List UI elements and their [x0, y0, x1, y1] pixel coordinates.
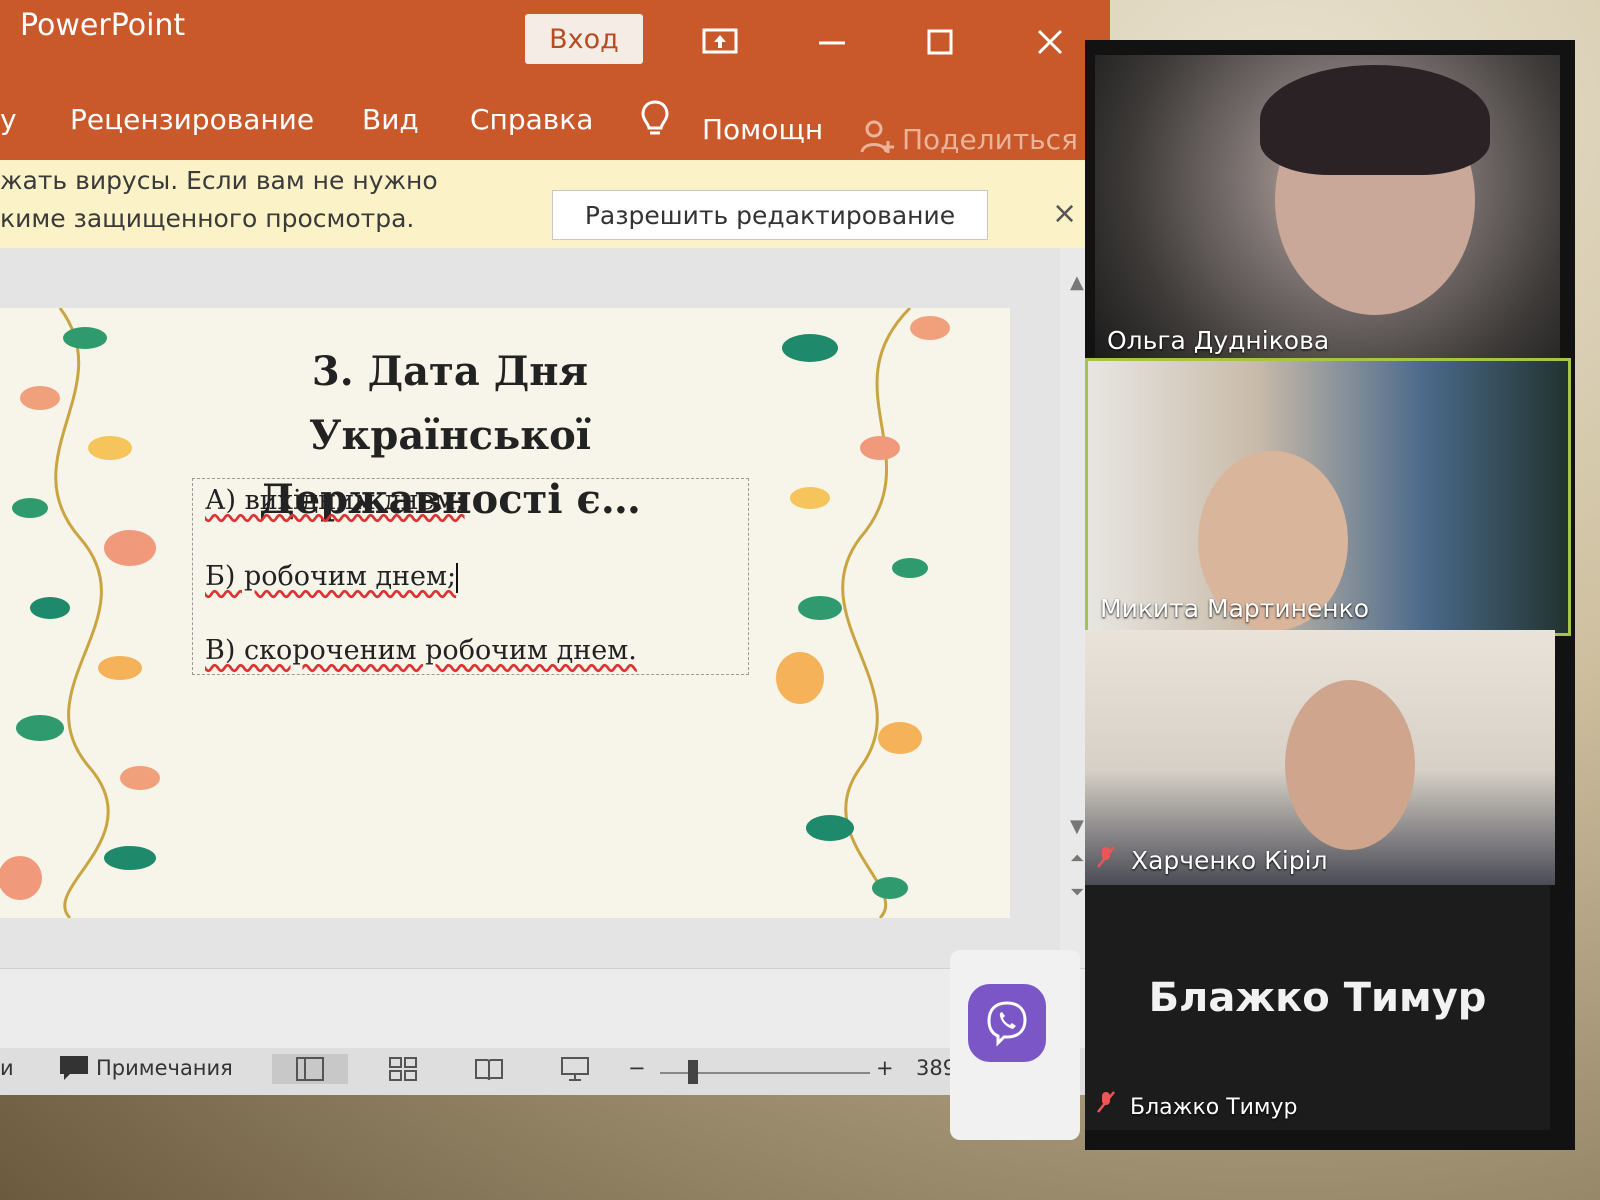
mic-off-icon — [1097, 1091, 1122, 1120]
tab-review[interactable]: Рецензирование — [70, 103, 314, 136]
reading-view-icon[interactable] — [472, 1054, 506, 1084]
next-slide-icon[interactable]: ⏷ — [1070, 882, 1084, 903]
participant-tile-1[interactable]: Ольга Дуднікова — [1095, 55, 1560, 365]
tab-partial[interactable]: y — [0, 103, 17, 136]
signin-button[interactable]: Вход — [525, 14, 643, 64]
participant-avatar-name: Блажко Тимур — [1148, 975, 1487, 1021]
tab-help[interactable]: Справка — [470, 103, 593, 136]
slide-title-line-1: 3. Дата Дня Української — [309, 348, 591, 459]
zoom-slider-thumb[interactable] — [688, 1060, 698, 1084]
text-cursor — [456, 562, 459, 593]
answer-c: В) скороченим робочим днем. — [205, 635, 637, 666]
lightbulb-icon — [640, 99, 670, 146]
participant-name-4: Блажко Тимур — [1097, 1090, 1298, 1120]
title-bar: PowerPoint Вход — [0, 0, 1110, 75]
viber-notification[interactable] — [950, 950, 1080, 1140]
notes-pane[interactable] — [0, 968, 1110, 1049]
previous-slide-icon[interactable]: ⏶ — [1070, 848, 1084, 869]
participant-tile-4[interactable]: Блажко Тимур Блажко Тимур — [1085, 885, 1550, 1130]
slide-sorter-icon[interactable] — [386, 1054, 420, 1084]
comment-icon[interactable] — [58, 1054, 90, 1087]
tab-view[interactable]: Вид — [362, 103, 419, 136]
participant-tile-2-active[interactable]: Микита Мартиненко — [1085, 358, 1571, 636]
zoom-out-button[interactable]: − — [628, 1056, 646, 1080]
left-floral-ornament — [0, 308, 160, 918]
right-floral-ornament — [776, 308, 950, 918]
message-close-icon[interactable]: × — [1052, 196, 1077, 231]
person-add-icon — [860, 119, 894, 162]
app-name: PowerPoint — [20, 8, 186, 43]
participant-video-3 — [1285, 680, 1415, 850]
enable-editing-button[interactable]: Разрешить редактирование — [552, 190, 988, 240]
message-line-1: жать вирусы. Если вам не нужно — [0, 166, 438, 195]
mic-off-icon — [1097, 846, 1123, 875]
slideshow-icon[interactable] — [558, 1054, 592, 1084]
powerpoint-window: PowerPoint Вход y Рецензирование Вид Спр… — [0, 0, 1110, 1095]
slide-canvas: 3. Дата Дня Української Державності є… А… — [0, 248, 1060, 968]
share-button[interactable]: Поделиться — [902, 123, 1078, 156]
status-bar: и Примечания − + 389 — [0, 1048, 1110, 1095]
tell-me-box[interactable]: Помощн — [702, 113, 823, 146]
status-fragment: и — [0, 1056, 14, 1080]
participant-name-2: Микита Мартиненко — [1100, 594, 1370, 623]
video-call-panel: Ольга Дуднікова Микита Мартиненко Харчен… — [1085, 40, 1575, 1150]
participant-tile-3[interactable]: Харченко Кіріл — [1085, 630, 1555, 885]
slide[interactable]: 3. Дата Дня Української Державності є… А… — [0, 308, 1010, 918]
minimize-icon[interactable] — [812, 22, 852, 62]
message-line-2: киме защищенного просмотра. — [0, 204, 415, 233]
answer-a: А) вихідним днем; — [205, 485, 465, 516]
normal-view-icon[interactable] — [272, 1054, 348, 1084]
protected-view-bar: жать вирусы. Если вам не нужно киме защи… — [0, 160, 1110, 248]
zoom-in-button[interactable]: + — [876, 1056, 894, 1080]
present-icon[interactable] — [700, 22, 740, 62]
notes-button[interactable]: Примечания — [96, 1056, 233, 1080]
viber-icon[interactable] — [968, 984, 1046, 1062]
scroll-up-icon[interactable]: ▲ — [1070, 272, 1084, 293]
participant-name-1: Ольга Дуднікова — [1107, 326, 1330, 355]
maximize-icon[interactable] — [920, 22, 960, 62]
close-icon[interactable] — [1030, 22, 1070, 62]
scroll-down-icon[interactable]: ▼ — [1070, 816, 1084, 837]
participant-name-3: Харченко Кіріл — [1097, 845, 1328, 875]
answer-b: Б) робочим днем; — [205, 561, 459, 593]
participant-hair-1 — [1260, 65, 1490, 175]
answers-textbox[interactable]: А) вихідним днем; Б) робочим днем; В) ск… — [192, 478, 749, 675]
